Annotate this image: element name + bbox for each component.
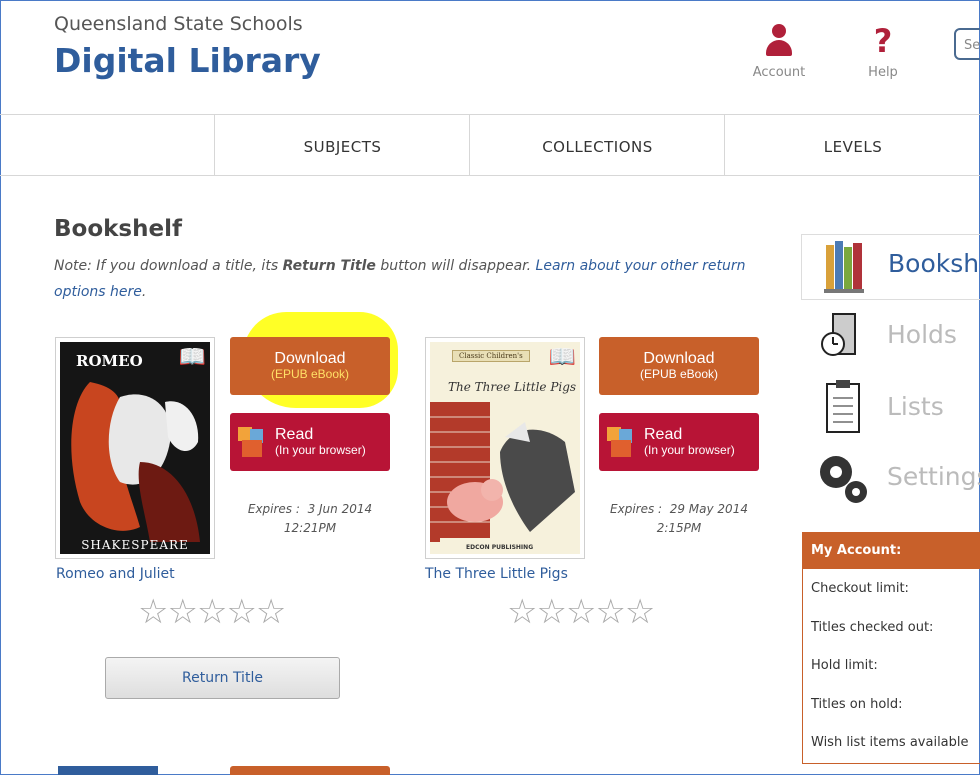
site-title[interactable]: Digital Library <box>54 41 321 80</box>
book-cover-romeo[interactable]: ROMEO SHAKESPEARE 📖 <box>55 337 215 559</box>
gears-icon <box>820 456 867 503</box>
sidebar-label-settings: Settings <box>887 462 980 491</box>
bookshelf-title: Bookshelf <box>54 216 182 242</box>
wish-list-label: Wish list items available <box>811 735 969 750</box>
nav-levels[interactable]: LEVELS <box>724 115 980 175</box>
download-button-pigs[interactable]: Download (EPUB eBook) <box>599 337 759 395</box>
search-placeholder: Se <box>964 38 980 53</box>
sidebar-item-settings[interactable]: Settings <box>816 450 980 506</box>
pigs-cover-publisher: EDCON PUBLISHING <box>466 544 534 551</box>
checkout-limit-label: Checkout limit: <box>811 581 909 596</box>
bookshelf-note: Note: If you download a title, its Retur… <box>54 258 746 300</box>
romeo-cover-art <box>71 382 200 542</box>
expires-pigs: Expires : 29 May 2014 2:15PM <box>610 502 748 535</box>
return-title-button[interactable]: Return Title <box>105 657 340 699</box>
star-rating-romeo[interactable]: ☆☆☆☆☆ <box>138 592 286 632</box>
main-nav: SUBJECTS COLLECTIONS LEVELS <box>0 114 980 176</box>
romeo-cover-author: SHAKESPEARE <box>81 538 189 552</box>
sidebar-item-lists[interactable]: Lists <box>819 380 980 435</box>
nav-subjects[interactable]: SUBJECTS <box>214 115 470 175</box>
download-button-partial <box>230 766 390 775</box>
question-mark-icon: ? <box>873 22 893 60</box>
book-title-romeo[interactable]: Romeo and Juliet <box>56 566 175 582</box>
sidebar-label-bookshelf: Booksh <box>888 249 980 278</box>
site-subtitle: Queensland State Schools <box>54 13 303 35</box>
expires-romeo: Expires : 3 Jun 2014 12:21PM <box>247 502 373 535</box>
nav-collections[interactable]: COLLECTIONS <box>469 115 725 175</box>
clock-book-icon <box>821 313 856 356</box>
titles-checked-out-label: Titles checked out: <box>811 620 934 635</box>
book-cover-three-little-pigs[interactable]: Classic Children's The Three Little Pigs… <box>425 337 585 559</box>
star-rating-pigs[interactable]: ☆☆☆☆☆ <box>507 592 655 632</box>
book-title-pigs[interactable]: The Three Little Pigs <box>425 566 568 582</box>
open-book-icon: 📖 <box>548 345 576 370</box>
download-button-romeo[interactable]: Download (EPUB eBook) <box>230 337 390 395</box>
pigs-cover-banner: Classic Children's <box>452 350 530 362</box>
read-button-pigs[interactable]: Read (In your browser) <box>599 413 759 471</box>
clipboard-icon <box>826 380 860 433</box>
account-button[interactable]: Account <box>744 24 814 80</box>
romeo-cover-title: ROMEO <box>76 352 143 370</box>
read-browser-icon <box>607 427 633 457</box>
account-label: Account <box>752 65 806 80</box>
book-cover-partial <box>58 766 158 775</box>
my-account-panel: My Account: Checkout limit: Titles check… <box>802 532 980 764</box>
titles-on-hold-label: Titles on hold: <box>811 697 903 712</box>
pigs-cover-title: The Three Little Pigs <box>448 380 577 394</box>
sidebar-label-lists: Lists <box>887 392 944 421</box>
sidebar-label-holds: Holds <box>887 320 957 349</box>
hold-limit-label: Hold limit: <box>811 658 878 673</box>
account-icon <box>764 24 794 58</box>
sidebar-item-bookshelf[interactable]: Booksh <box>801 234 980 300</box>
open-book-icon: 📖 <box>178 345 206 370</box>
pigs-cover-art <box>430 402 575 552</box>
bookshelf-icon <box>824 241 864 293</box>
search-input[interactable]: Se <box>954 28 980 60</box>
my-account-title: My Account: <box>803 533 980 569</box>
sidebar-item-holds[interactable]: Holds <box>819 310 980 360</box>
help-label: Help <box>868 65 898 80</box>
help-button[interactable]: ? Help <box>848 24 918 80</box>
read-button-romeo[interactable]: Read (In your browser) <box>230 413 390 471</box>
read-browser-icon <box>238 427 264 457</box>
